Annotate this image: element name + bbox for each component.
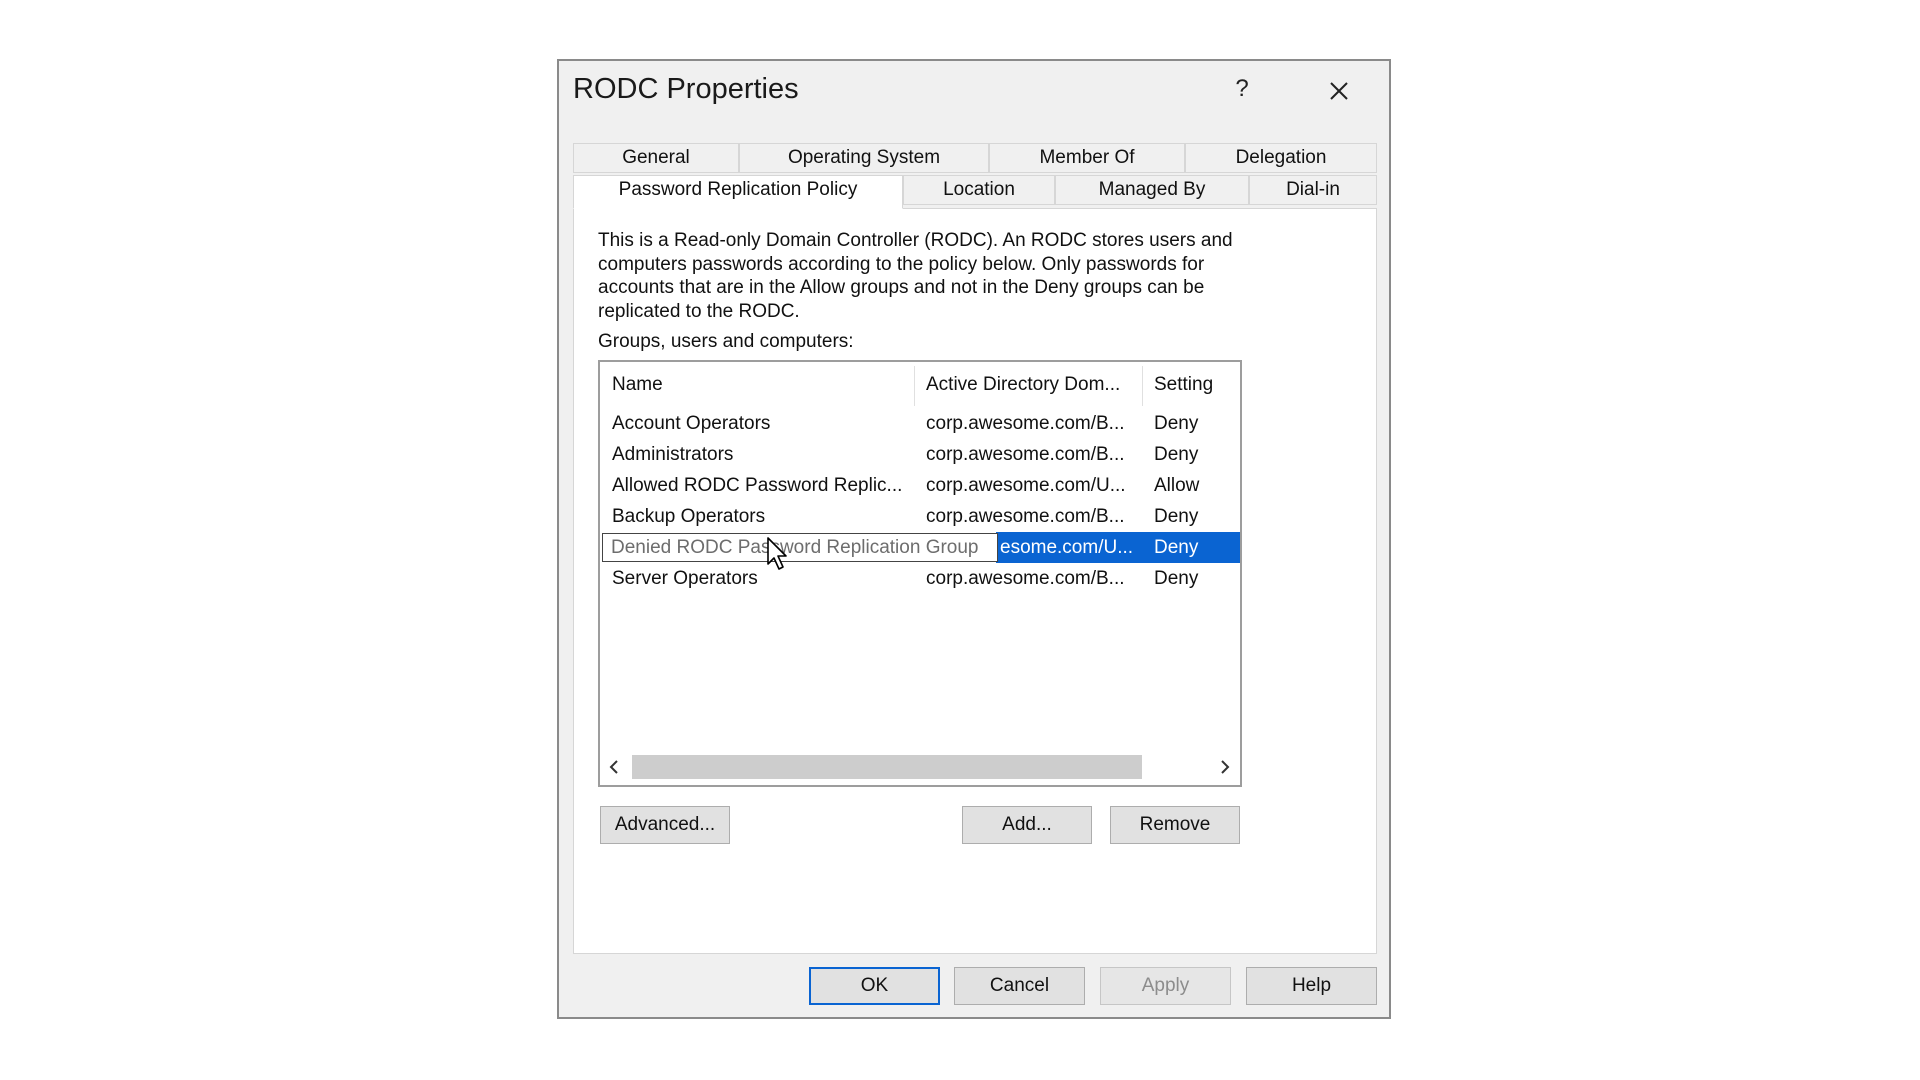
- row-setting: Deny: [1154, 444, 1199, 465]
- tab-dial-in[interactable]: Dial-in: [1249, 175, 1377, 205]
- row-domain: corp.awesome.com/B...: [926, 444, 1125, 465]
- help-button[interactable]: Help: [1246, 967, 1377, 1005]
- scrollbar-thumb[interactable]: [632, 755, 1142, 779]
- mouse-cursor-icon: [766, 536, 792, 579]
- rename-input[interactable]: Denied RODC Password Replication Group: [602, 533, 998, 562]
- row-setting: Deny: [1154, 537, 1199, 558]
- list-header: Name Active Directory Dom... Setting: [600, 362, 1240, 408]
- ok-button[interactable]: OK: [809, 967, 940, 1005]
- row-setting: Deny: [1154, 506, 1199, 527]
- description-line: computers passwords according to the pol…: [598, 253, 1205, 275]
- table-row-selected[interactable]: Denied RODC Password Replication Group e…: [600, 532, 1240, 563]
- row-name: Allowed RODC Password Replic...: [612, 475, 903, 496]
- row-domain: corp.awesome.com/B...: [926, 568, 1125, 589]
- tab-password-replication-policy[interactable]: Password Replication Policy: [573, 175, 903, 209]
- advanced-button[interactable]: Advanced...: [600, 806, 730, 844]
- row-setting: Deny: [1154, 568, 1199, 589]
- tab-delegation[interactable]: Delegation: [1185, 143, 1377, 173]
- tab-member-of[interactable]: Member Of: [989, 143, 1185, 173]
- row-setting: Deny: [1154, 413, 1199, 434]
- table-row[interactable]: Backup Operators corp.awesome.com/B... D…: [600, 501, 1240, 532]
- policy-description: This is a Read-only Domain Controller (R…: [598, 229, 1258, 323]
- column-header-name[interactable]: Name: [600, 362, 914, 408]
- groups-list[interactable]: Name Active Directory Dom... Setting Acc…: [598, 360, 1242, 787]
- row-domain: corp.awesome.com/B...: [926, 506, 1125, 527]
- row-domain: corp.awesome.com/U...: [926, 475, 1126, 496]
- add-button[interactable]: Add...: [962, 806, 1092, 844]
- row-domain: esome.com/U...: [1000, 537, 1134, 558]
- horizontal-scrollbar[interactable]: [600, 749, 1240, 785]
- description-line: replicated to the RODC.: [598, 300, 800, 322]
- column-header-setting[interactable]: Setting: [1142, 362, 1240, 408]
- row-name: Backup Operators: [612, 506, 766, 527]
- description-line: This is a Read-only Domain Controller (R…: [598, 230, 1233, 251]
- tab-location[interactable]: Location: [903, 175, 1055, 205]
- dialog-title: RODC Properties: [573, 73, 799, 105]
- tab-panel: This is a Read-only Domain Controller (R…: [573, 208, 1377, 954]
- groups-label: Groups, users and computers:: [598, 331, 854, 352]
- scroll-left-icon[interactable]: [600, 749, 630, 785]
- rodc-properties-dialog: RODC Properties ? General Operating Syst…: [557, 59, 1391, 1019]
- column-header-domain[interactable]: Active Directory Dom...: [914, 362, 1142, 408]
- tab-managed-by[interactable]: Managed By: [1055, 175, 1249, 205]
- row-name: Account Operators: [612, 413, 771, 434]
- remove-button[interactable]: Remove: [1110, 806, 1240, 844]
- row-domain: corp.awesome.com/B...: [926, 413, 1125, 434]
- scroll-right-icon[interactable]: [1210, 749, 1240, 785]
- tab-general[interactable]: General: [573, 143, 739, 173]
- apply-button[interactable]: Apply: [1100, 967, 1231, 1005]
- table-row[interactable]: Account Operators corp.awesome.com/B... …: [600, 408, 1240, 439]
- description-line: accounts that are in the Allow groups an…: [598, 277, 1205, 298]
- help-icon[interactable]: ?: [1227, 75, 1257, 103]
- row-setting: Allow: [1154, 475, 1200, 496]
- table-row[interactable]: Server Operators corp.awesome.com/B... D…: [600, 563, 1240, 594]
- table-row[interactable]: Administrators corp.awesome.com/B... Den…: [600, 439, 1240, 470]
- tab-operating-system[interactable]: Operating System: [739, 143, 989, 173]
- row-name: Administrators: [612, 444, 734, 465]
- table-row[interactable]: Allowed RODC Password Replic... corp.awe…: [600, 470, 1240, 501]
- cancel-button[interactable]: Cancel: [954, 967, 1085, 1005]
- close-icon[interactable]: [1321, 73, 1357, 109]
- row-name: Server Operators: [612, 568, 758, 589]
